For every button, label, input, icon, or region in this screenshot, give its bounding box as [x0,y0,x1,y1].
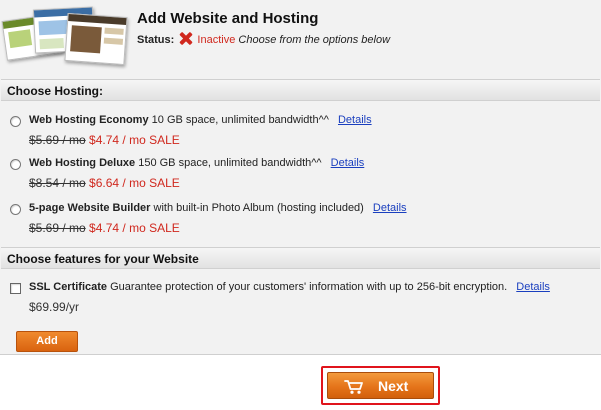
website-templates-thumbnail [1,3,132,75]
panel-header: Add Website and Hosting Status: Inactive… [0,0,601,78]
option-description: 10 GB space, unlimited bandwidth^^ [151,114,329,126]
old-price: $5.69 / mo [29,221,86,235]
ssl-checkbox[interactable] [10,283,21,294]
option-description: Guarantee protection of your customers' … [110,281,508,293]
hosting-radio-website-builder[interactable] [10,204,21,215]
sale-price: $6.64 / mo SALE [89,176,180,190]
option-name: 5-page Website Builder [29,202,151,214]
shopping-cart-icon [344,380,363,394]
x-icon [179,32,192,45]
feature-price: $69.99/yr [29,300,80,314]
page-title: Add Website and Hosting [137,10,319,27]
next-button[interactable]: Next [327,372,434,399]
details-link[interactable]: Details [516,281,550,293]
old-price: $8.54 / mo [29,176,86,190]
add-button[interactable]: Add [16,331,78,352]
sale-price: $4.74 / mo SALE [89,221,180,235]
next-button-highlight: Next [321,366,440,405]
sale-price: $4.74 / mo SALE [89,133,180,147]
option-name: SSL Certificate [29,281,108,293]
add-website-panel: Add Website and Hosting Status: Inactive… [0,0,601,355]
features-section-header: Choose features for your Website [1,247,600,269]
hosting-radio-economy[interactable] [10,116,21,127]
option-name: Web Hosting Deluxe [29,157,136,169]
template-thumbnail-3 [64,12,128,66]
details-link[interactable]: Details [331,157,365,169]
details-link[interactable]: Details [373,202,407,214]
details-link[interactable]: Details [338,114,372,126]
hosting-section-header: Choose Hosting: [1,79,600,101]
status-label: Status: [137,34,175,46]
status-hint: Choose from the options below [238,34,391,46]
hosting-radio-deluxe[interactable] [10,159,21,170]
option-description: 150 GB space, unlimited bandwidth^^ [138,157,322,169]
status-badge: Inactive [197,34,236,46]
option-name: Web Hosting Economy [29,114,149,126]
next-button-label: Next [378,378,409,394]
old-price: $5.69 / mo [29,133,86,147]
option-description: with built-in Photo Album (hosting inclu… [153,202,364,214]
status-line: Status: Inactive Choose from the options… [137,32,390,46]
